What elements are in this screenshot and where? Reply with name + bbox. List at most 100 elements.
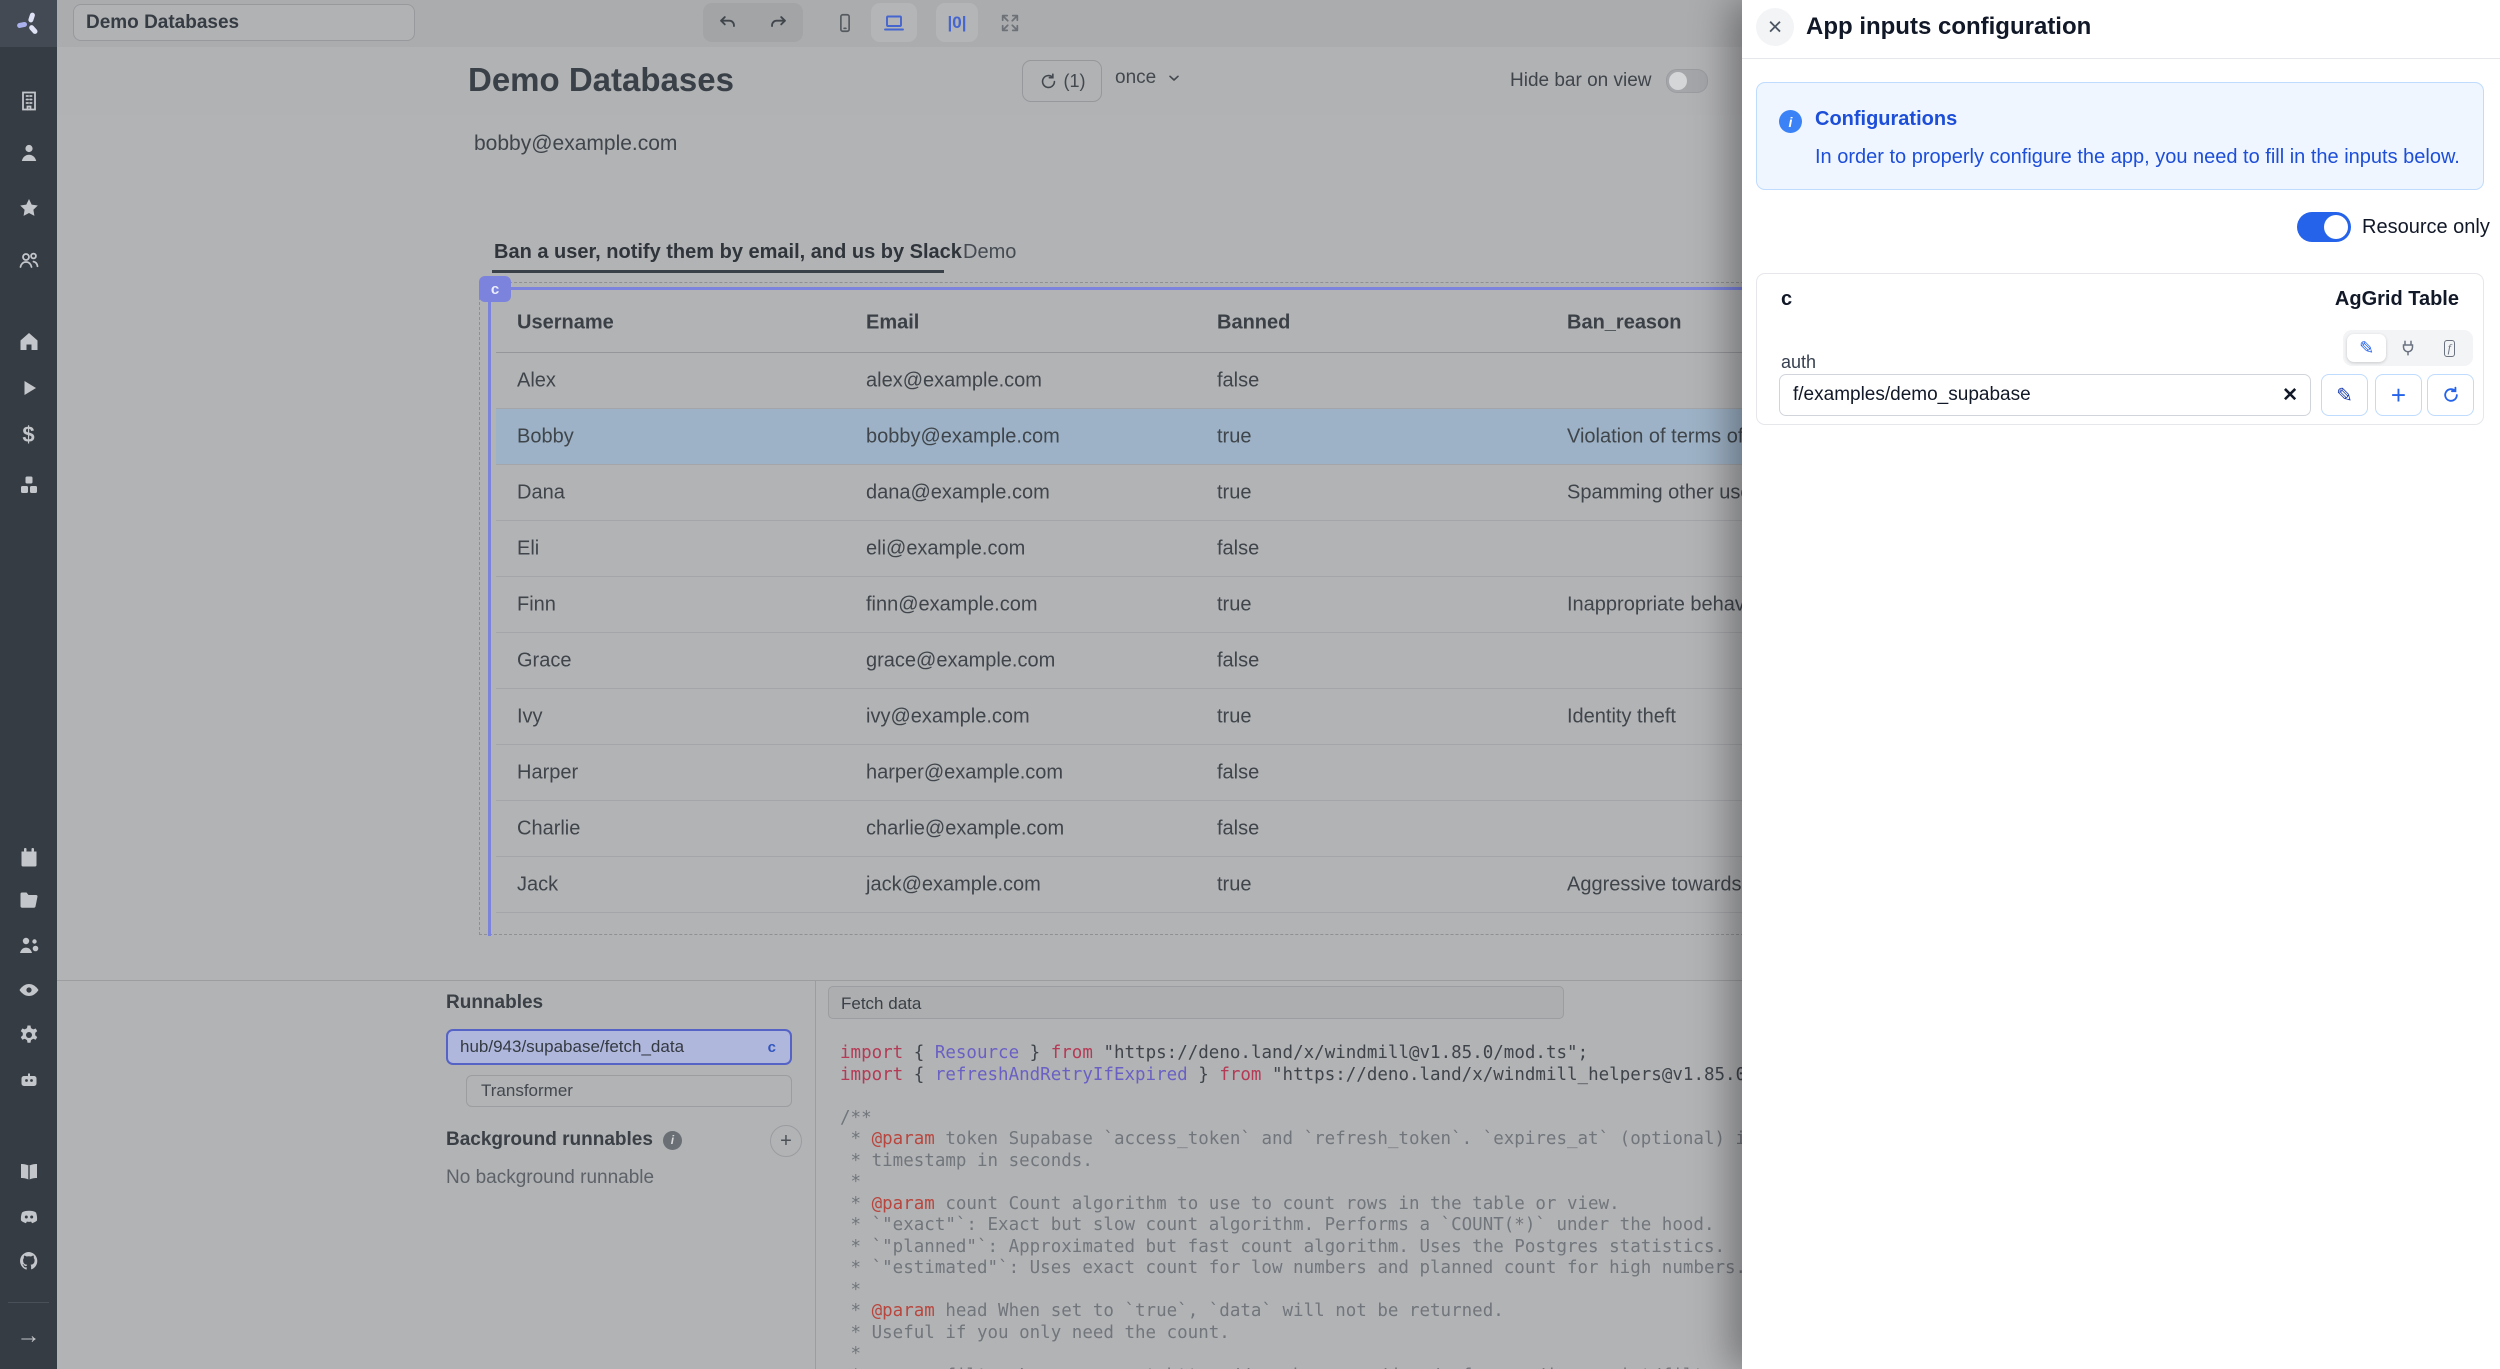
page-title: Demo Databases — [468, 61, 734, 99]
desktop-view-button[interactable] — [871, 3, 917, 42]
runnable-name-input[interactable]: Fetch data — [828, 986, 1564, 1019]
refresh-button[interactable]: (1) — [1022, 60, 1102, 102]
plug-icon — [2399, 339, 2417, 357]
sidebar-item-workers[interactable] — [0, 927, 57, 963]
github-icon — [17, 1249, 41, 1273]
table-cell: Identity theft — [1567, 705, 1676, 728]
sidebar-item-ai[interactable] — [0, 1062, 57, 1098]
static-mode-button[interactable]: ✎ — [2347, 334, 2386, 362]
resource-only-label: Resource only — [2362, 216, 2490, 239]
table-cell: Charlie — [517, 817, 580, 840]
center-align-icon: |0| — [948, 13, 967, 33]
sidebar-item-discord[interactable] — [0, 1199, 57, 1235]
aggrid-table: Username Email Banned Ban_reason Alexalex@e… — [496, 294, 1742, 913]
clear-icon[interactable]: ✕ — [2282, 384, 2298, 407]
table-cell: true — [1217, 873, 1251, 896]
sidebar-divider — [8, 1302, 49, 1303]
sidebar-item-github[interactable] — [0, 1243, 57, 1279]
table-row[interactable]: Jackjack@example.comtrueAggressive towar… — [496, 857, 1742, 913]
sidebar-item-resources[interactable] — [0, 467, 57, 503]
sidebar-collapse-button[interactable]: → — [0, 1318, 57, 1354]
code-line: * timestamp in seconds. — [840, 1151, 1742, 1173]
resource-only-toggle[interactable] — [2297, 212, 2351, 242]
sidebar-item-user[interactable] — [0, 135, 57, 171]
sidebar-item-home[interactable] — [0, 323, 57, 359]
hide-bar-label: Hide bar on view — [1510, 70, 1652, 92]
sidebar-item-runs[interactable] — [0, 370, 57, 406]
edit-resource-button[interactable]: ✎ — [2321, 374, 2368, 416]
pencil-icon: ✎ — [2359, 338, 2374, 359]
sidebar-item-workspace[interactable] — [0, 83, 57, 119]
table-cell: ivy@example.com — [866, 705, 1030, 728]
robot-icon — [17, 1068, 41, 1092]
column-header-ban_reason[interactable]: Ban_reason — [1567, 312, 1682, 335]
background-runnables-empty: No background runnable — [446, 1167, 654, 1189]
sidebar-item-groups[interactable] — [0, 242, 57, 278]
column-header-banned[interactable]: Banned — [1217, 312, 1290, 335]
runnable-item-selected[interactable]: hub/943/supabase/fetch_data c — [446, 1029, 792, 1065]
redo-button[interactable] — [756, 3, 800, 42]
home-icon — [17, 329, 41, 353]
table-cell: finn@example.com — [866, 593, 1037, 616]
schedule-select[interactable]: once — [1115, 67, 1182, 89]
table-row[interactable]: Bobbybobby@example.comtrueViolation of t… — [496, 409, 1742, 465]
table-cell: false — [1217, 369, 1259, 392]
refresh-resource-button[interactable] — [2427, 374, 2474, 416]
sidebar-item-folders[interactable] — [0, 882, 57, 918]
code-editor[interactable]: import { Resource } from "https://deno.l… — [840, 1043, 1742, 1369]
transformer-label: Transformer — [481, 1081, 573, 1101]
phone-icon — [834, 12, 856, 34]
table-row[interactable]: Charliecharlie@example.comfalse — [496, 801, 1742, 857]
center-align-button[interactable]: |0| — [936, 3, 978, 42]
eval-mode-button[interactable]: f — [2430, 334, 2469, 362]
code-line: * — [840, 1172, 1742, 1194]
app-name-input[interactable] — [73, 4, 415, 41]
sidebar-item-schedules[interactable] — [0, 839, 57, 875]
selected-component-badge[interactable]: c — [479, 276, 511, 302]
tab-demo[interactable]: Demo — [963, 241, 1016, 264]
table-row[interactable]: Alexalex@example.comfalse — [496, 353, 1742, 409]
table-row[interactable]: Elieli@example.comfalse — [496, 521, 1742, 577]
table-row[interactable]: Danadana@example.comtrueSpamming other u… — [496, 465, 1742, 521]
table-row[interactable]: Ivyivy@example.comtrueIdentity theft — [496, 689, 1742, 745]
resource-input[interactable]: f/examples/demo_supabase ✕ — [1779, 374, 2311, 416]
table-cell: true — [1217, 593, 1251, 616]
runnable-item-transformer[interactable]: Transformer — [466, 1075, 792, 1107]
function-icon: f — [2444, 340, 2455, 357]
sidebar-item-favorites[interactable] — [0, 190, 57, 226]
refresh-icon — [2441, 385, 2461, 405]
table-body: Alexalex@example.comfalse Bobby bobby@exam… — [496, 353, 1742, 913]
close-drawer-button[interactable]: × — [1756, 8, 1794, 46]
hide-bar-toggle[interactable] — [1666, 69, 1708, 93]
sidebar-item-settings[interactable] — [0, 1017, 57, 1053]
resource-value: f/examples/demo_supabase — [1793, 384, 2031, 406]
info-icon: i — [1779, 110, 1802, 133]
table-row[interactable]: Harperharper@example.comfalse — [496, 745, 1742, 801]
table-cell: Harper — [517, 761, 578, 784]
add-background-runnable-button[interactable]: + — [770, 1125, 802, 1157]
add-resource-button[interactable]: + — [2375, 374, 2422, 416]
table-cell: Inappropriate behavior — [1567, 593, 1742, 616]
info-icon: i — [663, 1131, 682, 1150]
tab-ban-user[interactable]: Ban a user, notify them by email, and us… — [494, 241, 962, 264]
fullscreen-button[interactable] — [988, 3, 1032, 42]
sidebar-item-variables[interactable]: $ — [0, 417, 57, 453]
windmill-logo-icon[interactable] — [0, 0, 57, 47]
text-component[interactable]: bobby@example.com — [474, 132, 677, 156]
column-header-username[interactable]: Username — [517, 312, 614, 335]
info-body: In order to properly configure the app, … — [1815, 146, 2460, 169]
connect-mode-button[interactable] — [2388, 334, 2427, 362]
undo-button[interactable] — [706, 3, 750, 42]
sidebar-item-audit[interactable] — [0, 972, 57, 1008]
configurations-info-box: i Configurations In order to properly co… — [1756, 82, 2484, 190]
table-cell: Bobby — [517, 425, 574, 448]
table-cell: grace@example.com — [866, 649, 1055, 672]
code-line: * `"estimated"`: Uses exact count for lo… — [840, 1258, 1742, 1280]
table-cell: bobby@example.com — [866, 425, 1060, 448]
sidebar-item-docs[interactable] — [0, 1154, 57, 1190]
table-row[interactable]: Finnfinn@example.comtrueInappropriate be… — [496, 577, 1742, 633]
mobile-view-button[interactable] — [823, 3, 867, 42]
column-header-email[interactable]: Email — [866, 312, 919, 335]
table-row[interactable]: Gracegrace@example.comfalse — [496, 633, 1742, 689]
discord-icon — [17, 1205, 41, 1229]
